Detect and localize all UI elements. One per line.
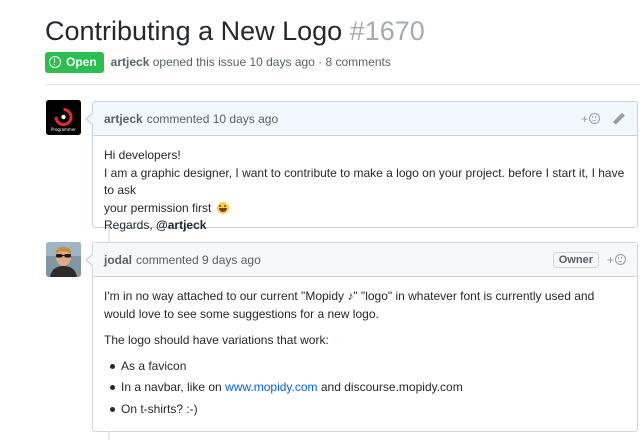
variation-list: As a favicon In a navbar, like on www.mo… xyxy=(104,358,626,419)
issue-opened-icon xyxy=(49,56,61,68)
owner-badge: Owner xyxy=(552,251,599,268)
comment-author-link[interactable]: artjeck xyxy=(104,112,143,126)
avatar-caption: Programmer xyxy=(51,127,76,132)
comment-signoff: Regards, @artjeck xyxy=(104,217,626,235)
comment-body: Hi developers! I am a graphic designer, … xyxy=(93,136,637,235)
comment-jodal: jodal commented 9 days ago Owner + I'm i… xyxy=(85,242,638,432)
issue-meta-text: artjeck opened this issue 10 days ago · … xyxy=(111,55,391,69)
comment-timestamp[interactable]: commented 10 days ago xyxy=(147,112,278,126)
comment-line: Hi developers! xyxy=(104,148,181,162)
list-item-text: In a navbar, like on xyxy=(121,380,226,394)
issue-title: Contributing a New Logo #1670 xyxy=(45,12,640,50)
comment-header: jodal commented 9 days ago Owner + xyxy=(93,243,637,277)
issue-title-text: Contributing a New Logo xyxy=(45,16,343,46)
user-photo-icon xyxy=(46,242,81,277)
comment-line: Regards, xyxy=(104,218,157,232)
issue-header: Contributing a New Logo #1670 xyxy=(45,12,640,50)
comment-line: your permission first xyxy=(104,200,212,215)
issue-meta-detail: opened this issue 10 days ago · 8 commen… xyxy=(152,55,391,69)
pencil-icon[interactable] xyxy=(612,112,626,126)
comment-line-permission: your permission first xyxy=(104,200,626,218)
smiley-icon xyxy=(589,113,600,124)
comment-body: I'm in no way attached to our current "M… xyxy=(93,277,637,418)
avatar-jodal[interactable] xyxy=(46,242,81,277)
issue-number: #1670 xyxy=(349,16,425,46)
comment-artjeck: artjeck commented 10 days ago + Hi devel… xyxy=(85,101,638,232)
comment-actions: + xyxy=(581,112,626,126)
issue-state-badge: Open xyxy=(45,51,104,73)
add-reaction-plus: + xyxy=(606,252,614,267)
comment-timestamp[interactable]: commented 9 days ago xyxy=(136,253,261,267)
comment-author-link[interactable]: jodal xyxy=(104,253,132,267)
header-divider xyxy=(45,84,640,85)
list-item-text: and discourse.mopidy.com xyxy=(317,380,463,394)
programmer-logo-icon: Programmer xyxy=(46,100,81,135)
issue-meta: Open artjeck opened this issue 10 days a… xyxy=(45,51,391,73)
list-item: In a navbar, like on www.mopidy.com and … xyxy=(104,379,626,397)
user-mention[interactable]: @artjeck xyxy=(156,218,206,232)
comment-header: artjeck commented 10 days ago + xyxy=(93,102,637,136)
add-reaction-plus: + xyxy=(580,111,588,126)
list-item: As a favicon xyxy=(104,358,626,376)
avatar-artjeck[interactable]: Programmer xyxy=(46,100,81,135)
comment-line: I am a graphic designer, I want to contr… xyxy=(104,165,625,198)
list-item: On t-shirts? :-) xyxy=(104,401,626,419)
add-reaction-button[interactable]: + xyxy=(581,112,600,126)
comment-paragraph: I'm in no way attached to our current "M… xyxy=(104,289,595,321)
comment-paragraph: The logo should have variations that wor… xyxy=(104,333,329,347)
issue-author-link[interactable]: artjeck xyxy=(111,55,150,69)
grinning-emoji-icon xyxy=(216,201,229,214)
timeline-connector xyxy=(108,228,110,242)
mopidy-website-link[interactable]: www.mopidy.com xyxy=(225,380,317,394)
smiley-icon xyxy=(615,254,626,265)
comment-actions: Owner + xyxy=(552,251,626,268)
timeline-connector xyxy=(108,430,110,440)
issue-state-label: Open xyxy=(66,55,97,69)
add-reaction-button[interactable]: + xyxy=(607,253,626,267)
